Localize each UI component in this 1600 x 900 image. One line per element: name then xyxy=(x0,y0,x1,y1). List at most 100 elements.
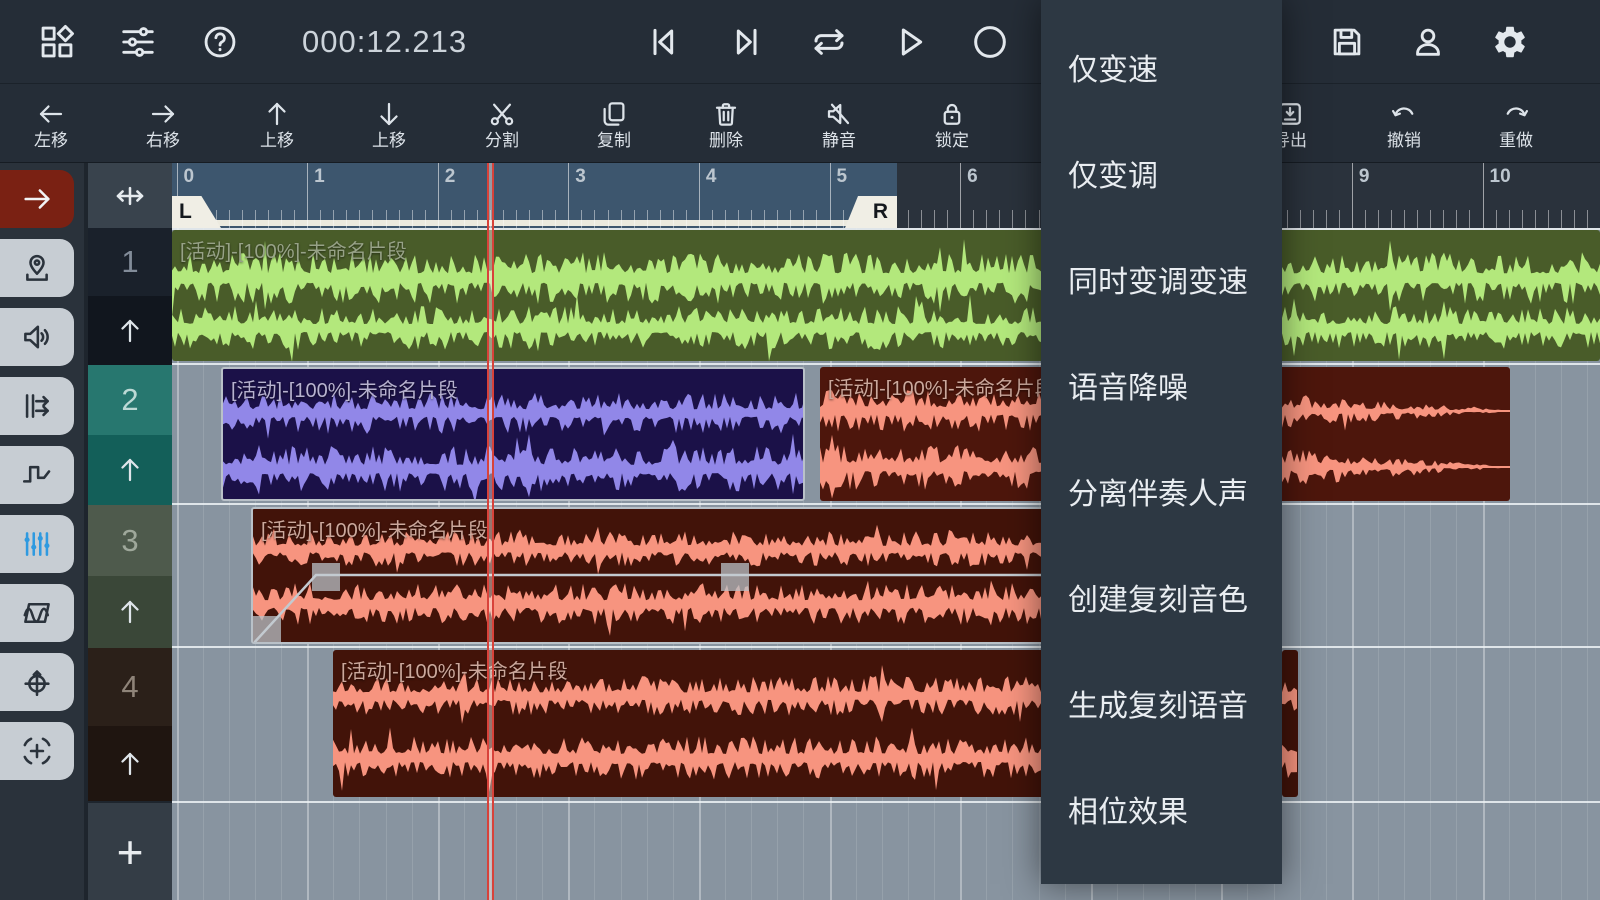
copy-button[interactable]: 复制 xyxy=(564,84,664,163)
play-button[interactable] xyxy=(882,0,938,83)
menu-item-1[interactable]: 仅变速 xyxy=(1041,14,1282,120)
ruler-minor-tick xyxy=(1574,210,1575,228)
track-4-number[interactable]: 4 xyxy=(88,648,172,726)
settings-button[interactable] xyxy=(1482,0,1538,83)
split-button[interactable]: 分割 xyxy=(452,84,552,163)
tool-region-wave[interactable] xyxy=(0,584,74,642)
menu-item-5[interactable]: 分离伴奏人声 xyxy=(1041,438,1282,544)
ruler-minor-tick xyxy=(816,210,817,228)
tool-select[interactable] xyxy=(0,170,74,228)
ruler-minor-tick xyxy=(673,210,674,228)
menu-item-6[interactable]: 创建复刻音色 xyxy=(1041,544,1282,650)
user-icon xyxy=(1409,23,1447,61)
account-button[interactable] xyxy=(1400,0,1456,83)
tool-routing[interactable] xyxy=(0,377,74,435)
ruler-minor-tick xyxy=(281,210,282,228)
save-icon xyxy=(1328,23,1366,61)
ruler-minor-tick xyxy=(451,210,452,228)
audio-clip-t4b[interactable] xyxy=(1282,650,1298,797)
clip-label: [活动]-[100%]-未命名片段 xyxy=(828,372,1055,401)
ruler-minor-tick xyxy=(908,210,909,228)
delete-button[interactable]: 删除 xyxy=(676,84,776,163)
arrow-down-icon xyxy=(374,99,404,129)
audio-clip-t4[interactable]: [活动]-[100%]-未命名片段 xyxy=(333,650,1100,797)
help-button[interactable] xyxy=(192,0,248,83)
save-button[interactable] xyxy=(1319,0,1375,83)
tune-icon xyxy=(119,23,157,61)
record-button[interactable] xyxy=(962,0,1018,83)
track-2-collapse-button[interactable] xyxy=(88,435,172,505)
playhead[interactable] xyxy=(487,163,494,900)
audio-clip-t3[interactable]: [活动]-[100%]-未命名片段 xyxy=(251,507,1111,644)
timeline-ruler[interactable]: 012345678910LR xyxy=(172,163,1600,228)
move-up-button[interactable]: 上移 xyxy=(227,84,327,163)
menu-item-3[interactable]: 同时变调变速 xyxy=(1041,226,1282,332)
skip-start-icon xyxy=(643,22,683,62)
track-3-number[interactable]: 3 xyxy=(88,505,172,576)
mute-button[interactable]: 静音 xyxy=(789,84,889,163)
ruler-minor-tick xyxy=(464,210,465,228)
ruler-minor-tick xyxy=(921,210,922,228)
move-left-label: 左移 xyxy=(34,132,68,149)
ruler-minor-tick xyxy=(1326,210,1327,228)
ruler-minor-tick xyxy=(503,210,504,228)
track-1-number[interactable]: 1 xyxy=(88,228,172,296)
menu-item-7[interactable]: 生成复刻语音 xyxy=(1041,650,1282,756)
redo-button[interactable]: 重做 xyxy=(1466,84,1566,163)
menu-item-4[interactable]: 语音降噪 xyxy=(1041,332,1282,438)
volume-automation[interactable] xyxy=(253,509,1111,644)
track-number-label: 4 xyxy=(121,669,138,705)
arrow-right-icon xyxy=(148,99,178,129)
audio-clip-t2a[interactable]: [活动]-[100%]-未命名片段 xyxy=(221,367,805,501)
tool-marker[interactable] xyxy=(0,239,74,297)
tool-pan[interactable] xyxy=(0,653,74,711)
ruler-major-tick xyxy=(960,163,961,228)
ruler-major-tick xyxy=(438,163,439,228)
track-height-resize[interactable] xyxy=(88,163,172,228)
loop-button[interactable] xyxy=(801,0,857,83)
skip-end-button[interactable] xyxy=(719,0,775,83)
track-2-number[interactable]: 2 xyxy=(88,365,172,435)
add-track-button[interactable]: + xyxy=(88,803,172,900)
ruler-minor-tick xyxy=(1300,210,1301,228)
menu-item-2[interactable]: 仅变调 xyxy=(1041,120,1282,226)
move-left-button[interactable]: 左移 xyxy=(1,84,101,163)
ruler-minor-tick xyxy=(1039,210,1040,228)
plus-icon: + xyxy=(117,825,144,879)
ruler-tick-label: 10 xyxy=(1490,166,1511,188)
tool-step-edit[interactable] xyxy=(0,446,74,504)
projects-button[interactable] xyxy=(29,0,85,83)
converge-icon xyxy=(20,734,54,768)
move-right-label: 右移 xyxy=(146,132,180,149)
track-header-column: 1 2 3 4 xyxy=(88,163,172,900)
lock-button[interactable]: 锁定 xyxy=(902,84,1002,163)
tune-button[interactable] xyxy=(110,0,166,83)
undo-label: 撤销 xyxy=(1387,132,1421,149)
tool-mixer[interactable] xyxy=(0,515,74,573)
skip-start-button[interactable] xyxy=(635,0,691,83)
lock-label: 锁定 xyxy=(935,132,969,149)
track-number-label: 3 xyxy=(121,523,138,559)
track-3-collapse-button[interactable] xyxy=(88,576,172,648)
arrange-area[interactable]: [活动]-[100%]-未命名片段[活动]-[100%]-未命名片段[活动]-[… xyxy=(172,228,1600,900)
clip-label: [活动]-[100%]-未命名片段 xyxy=(180,235,407,264)
ruler-minor-tick xyxy=(986,210,987,228)
time-display: 000:12.213 xyxy=(302,0,497,83)
track-4-collapse-button[interactable] xyxy=(88,726,172,801)
ruler-minor-tick xyxy=(764,210,765,228)
move-right-button[interactable]: 右移 xyxy=(113,84,213,163)
track-1-collapse-button[interactable] xyxy=(88,296,172,365)
tool-volume[interactable] xyxy=(0,308,74,366)
apps-icon xyxy=(38,23,76,61)
undo-button[interactable]: 撤销 xyxy=(1354,84,1454,163)
ruler-tick-label: 6 xyxy=(967,166,978,188)
audio-clip-t1[interactable]: [活动]-[100%]-未命名片段 xyxy=(172,230,1600,361)
menu-item-8[interactable]: 相位效果 xyxy=(1041,756,1282,862)
move-down-button[interactable]: 上移 xyxy=(339,84,439,163)
ruler-minor-tick xyxy=(712,210,713,228)
ruler-tick-label: 1 xyxy=(314,166,325,188)
crosshair-icon xyxy=(20,665,54,699)
tool-shrink[interactable] xyxy=(0,722,74,780)
daw-app: [活动]-[100%]-未命名片段[活动]-[100%]-未命名片段[活动]-[… xyxy=(0,0,1600,900)
clip-label: [活动]-[100%]-未命名片段 xyxy=(231,374,458,403)
